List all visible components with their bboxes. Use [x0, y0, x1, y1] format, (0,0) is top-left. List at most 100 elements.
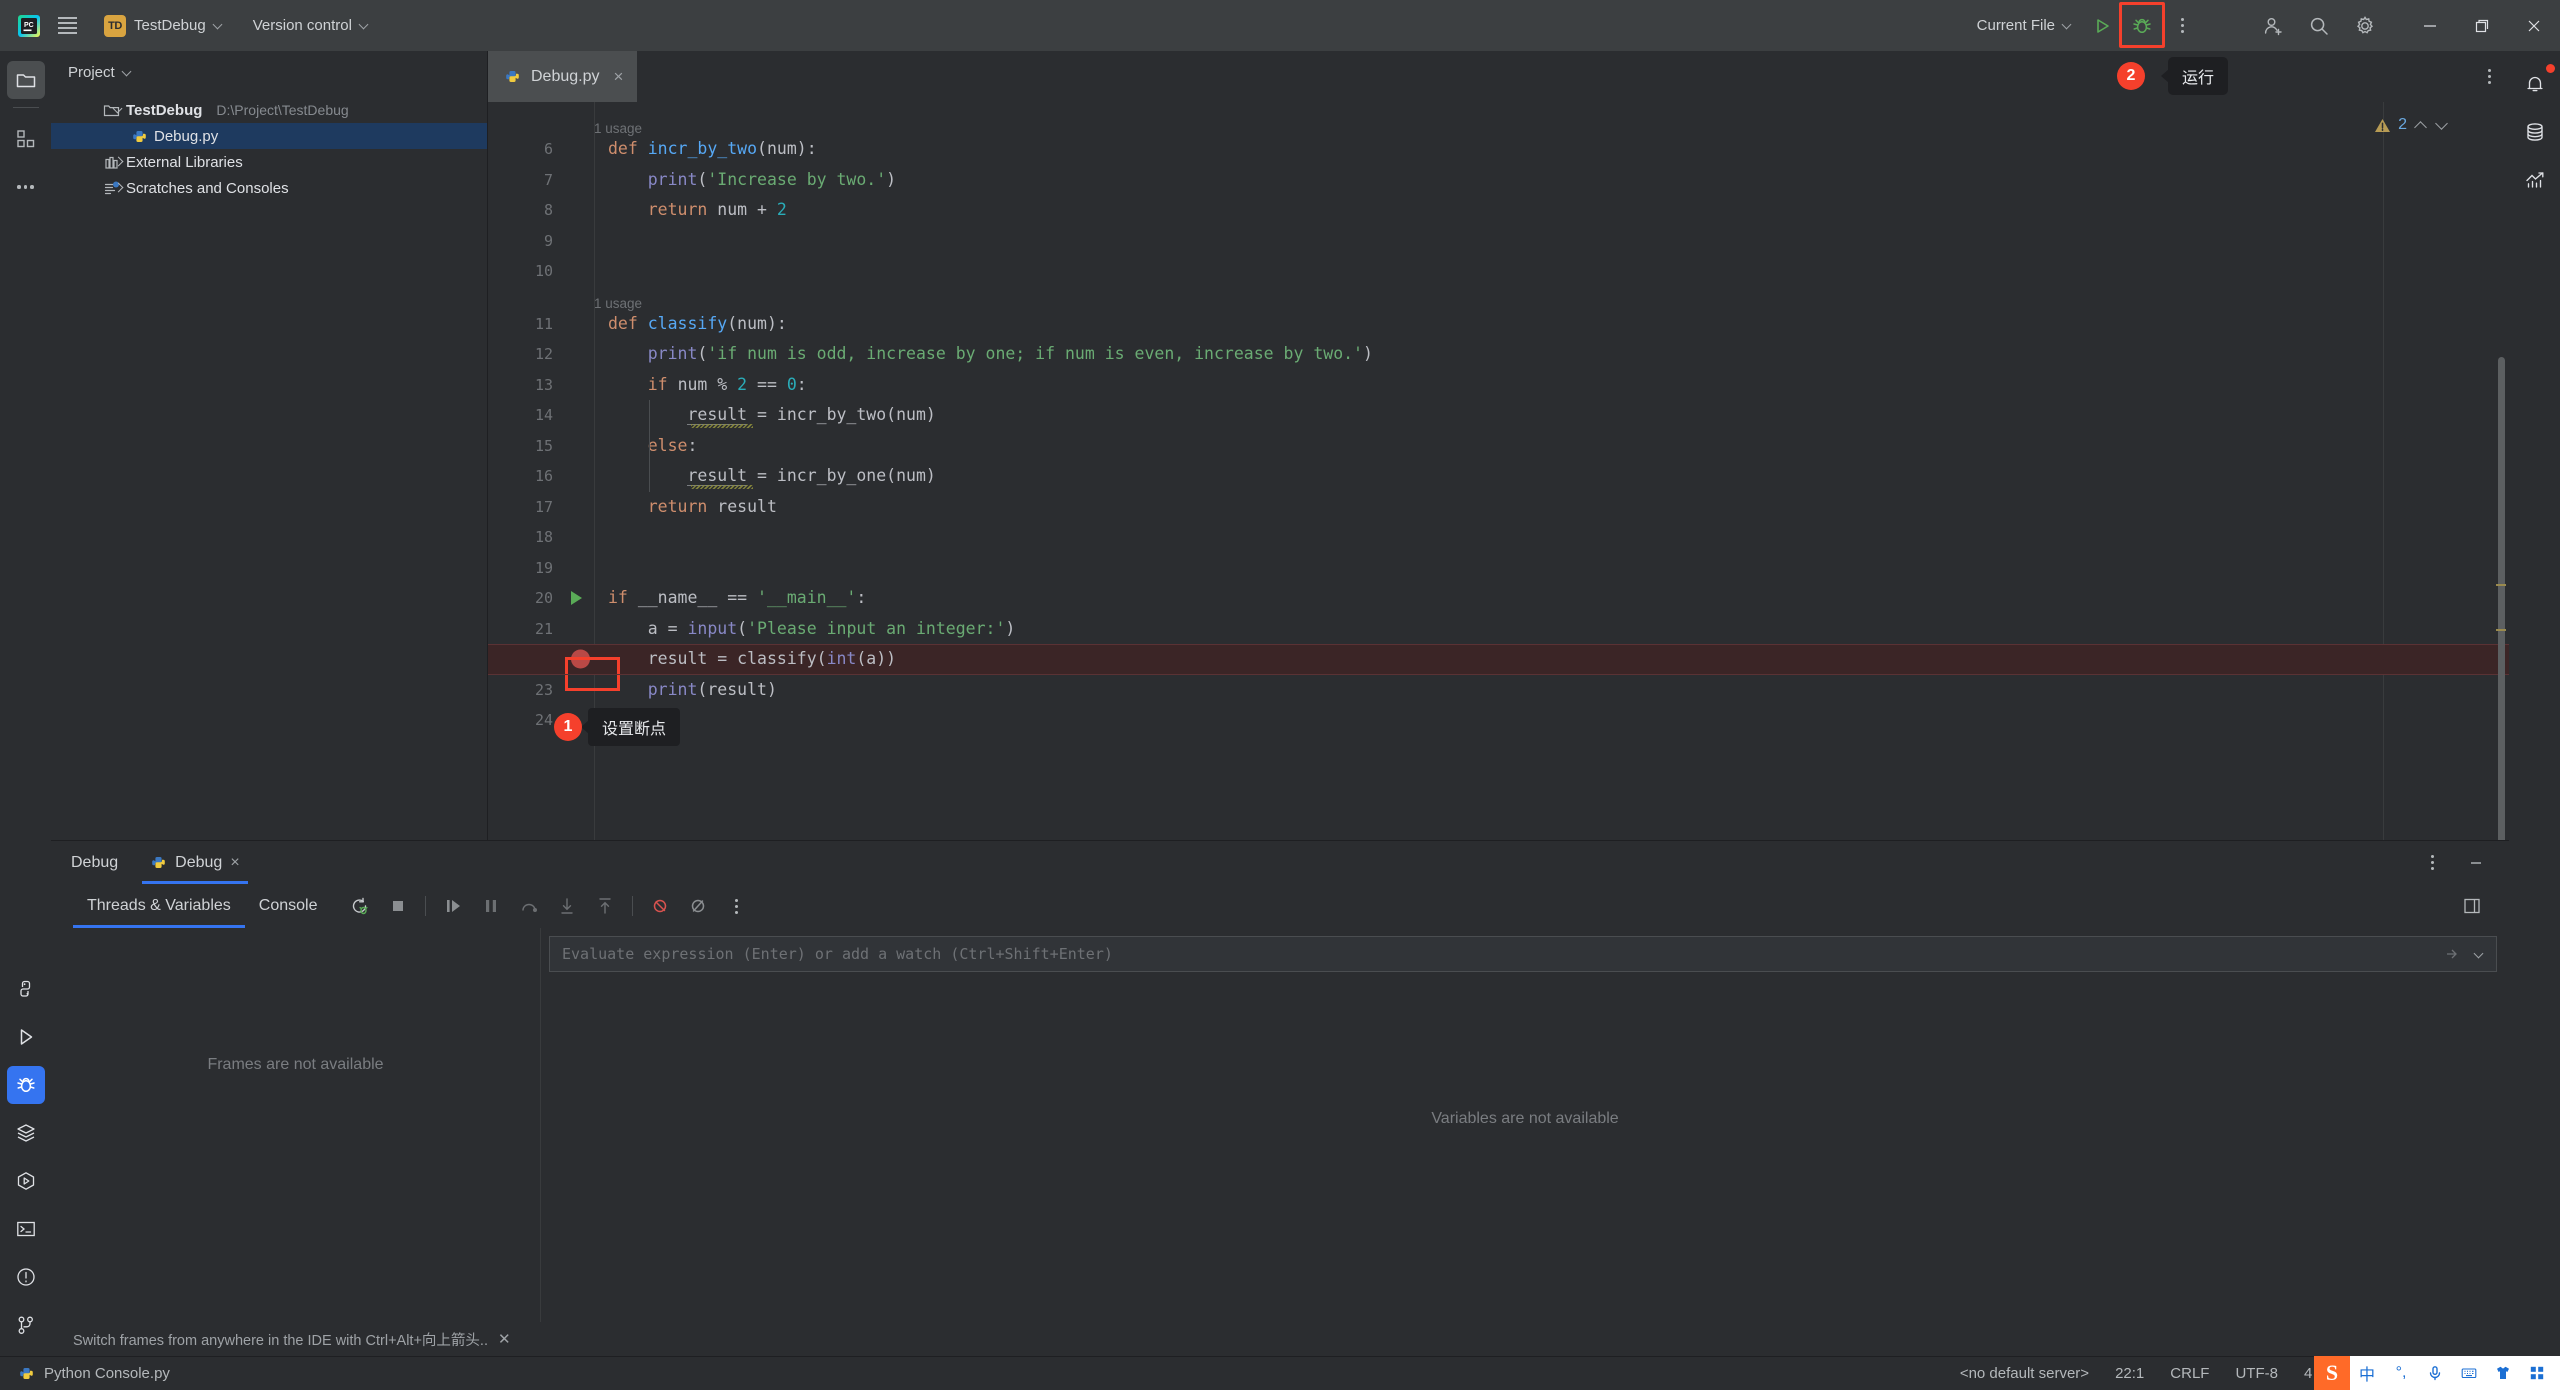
evaluate-expression-input[interactable]: Evaluate expression (Enter) or add a wat…: [549, 936, 2497, 972]
pycharm-logo-icon[interactable]: PC: [10, 7, 48, 45]
code-line-11[interactable]: 11 def classify(num):: [488, 309, 2509, 340]
tree-item-debug-py[interactable]: Debug.py: [51, 123, 487, 149]
sidebar-item-project[interactable]: [6, 61, 45, 99]
maximize-restore-button[interactable]: [2456, 0, 2508, 51]
main-menu-icon[interactable]: [48, 7, 86, 45]
code-line-9[interactable]: 9: [488, 226, 2509, 257]
status-caret-position[interactable]: 22:1: [2115, 1365, 2144, 1382]
sidebar-item-run[interactable]: [7, 1018, 45, 1056]
sidebar-item-debug[interactable]: [6, 1066, 45, 1104]
code-line-12[interactable]: 12 print('if num is odd, increase by one…: [488, 339, 2509, 370]
more-options-icon[interactable]: [720, 890, 752, 922]
tree-item-testdebug[interactable]: TestDebug D:\Project\TestDebug: [51, 97, 487, 123]
step-over-icon[interactable]: [513, 890, 545, 922]
minimize-button[interactable]: [2404, 0, 2456, 51]
status-line-separator[interactable]: CRLF: [2170, 1365, 2209, 1382]
sidebar-item-python-packages[interactable]: [7, 970, 45, 1008]
editor-tabs-options-icon[interactable]: [2469, 51, 2509, 102]
watch-add-icon[interactable]: [2445, 946, 2461, 962]
code-line-22[interactable]: result = classify(int(a)): [488, 644, 2509, 692]
gear-icon[interactable]: [2344, 5, 2386, 47]
code-line-21[interactable]: 21 a = input('Please input an integer:'): [488, 614, 2509, 645]
status-encoding[interactable]: UTF-8: [2235, 1365, 2278, 1382]
tree-item-scratches-and-consoles[interactable]: Scratches and Consoles: [51, 175, 487, 201]
code-line-15[interactable]: 15 else:: [488, 430, 2509, 461]
editor-tab-debug-py[interactable]: Debug.py ×: [488, 51, 638, 102]
debug-button[interactable]: [2119, 1, 2165, 48]
sidebar-item-services[interactable]: [7, 1114, 45, 1152]
version-control-selector[interactable]: Version control: [243, 12, 379, 39]
sidebar-item-run-anything[interactable]: [7, 1162, 45, 1200]
close-button[interactable]: [2508, 0, 2560, 51]
code-line-6[interactable]: 6 def incr_by_two(num):: [488, 134, 2509, 165]
view-breakpoints-icon[interactable]: [644, 890, 676, 922]
minimize-panel-icon[interactable]: [2460, 847, 2492, 879]
mic-icon[interactable]: [2418, 1356, 2452, 1390]
inspection-status[interactable]: 2: [2374, 116, 2449, 134]
step-out-icon[interactable]: [589, 890, 621, 922]
code-line-23[interactable]: 23 print(result): [488, 675, 2509, 706]
project-selector[interactable]: TD TestDebug: [94, 10, 233, 42]
chevron-right-icon[interactable]: [113, 182, 125, 194]
apps-icon[interactable]: [2520, 1356, 2554, 1390]
debug-session-tab[interactable]: Debug ×: [138, 841, 252, 884]
skin-icon[interactable]: [2486, 1356, 2520, 1390]
chevron-right-icon[interactable]: [113, 156, 125, 168]
more-run-options-icon[interactable]: [2164, 8, 2200, 44]
ime-punctuation-toggle[interactable]: °,: [2384, 1356, 2418, 1390]
profiler-icon[interactable]: [2516, 161, 2554, 199]
debug-panel-options-icon[interactable]: [2416, 847, 2448, 879]
step-into-icon[interactable]: [551, 890, 583, 922]
code-line-20[interactable]: 20 if __name__ == '__main__':: [488, 583, 2509, 614]
close-icon[interactable]: ×: [614, 67, 624, 87]
status-left-item[interactable]: Python Console.py: [0, 1365, 170, 1382]
run-button[interactable]: [2084, 8, 2120, 44]
project-panel-title[interactable]: Project: [68, 64, 115, 81]
code-line-17[interactable]: 17 return result: [488, 492, 2509, 523]
resume-icon[interactable]: [437, 890, 469, 922]
search-icon[interactable]: [2298, 5, 2340, 47]
code-line-8[interactable]: 8 return num + 2: [488, 195, 2509, 226]
chevron-down-icon[interactable]: [123, 68, 132, 77]
sogou-logo-icon[interactable]: S: [2314, 1356, 2350, 1390]
run-gutter-icon[interactable]: [571, 591, 582, 606]
status-server[interactable]: <no default server>: [1960, 1365, 2089, 1382]
editor-marker-warning[interactable]: [2496, 629, 2506, 631]
code-line-24[interactable]: 24: [488, 705, 2509, 736]
tab-threads-and-variables[interactable]: Threads & Variables: [73, 884, 245, 928]
notifications-icon[interactable]: [2516, 64, 2555, 103]
database-icon[interactable]: [2516, 113, 2554, 151]
close-icon[interactable]: ×: [230, 854, 239, 872]
editor-scrollbar-thumb[interactable]: [2498, 357, 2505, 877]
editor-marker-warning[interactable]: [2496, 584, 2506, 586]
pause-icon[interactable]: [475, 890, 507, 922]
tree-item-external-libraries[interactable]: External Libraries: [51, 149, 487, 175]
code-line-19[interactable]: 19: [488, 553, 2509, 584]
rerun-debug-icon[interactable]: [344, 890, 376, 922]
mute-breakpoints-icon[interactable]: [682, 890, 714, 922]
sidebar-item-structure[interactable]: [7, 120, 45, 158]
sidebar-item-version-control[interactable]: [7, 1306, 45, 1344]
frames-pane[interactable]: Frames are not available: [51, 928, 541, 1356]
sidebar-item-terminal[interactable]: [7, 1210, 45, 1248]
run-configuration-selector[interactable]: Current File: [1967, 11, 2082, 40]
sidebar-item-problems[interactable]: [7, 1258, 45, 1296]
add-user-icon[interactable]: [2252, 5, 2294, 47]
next-problem-icon[interactable]: [2435, 118, 2449, 132]
close-icon[interactable]: ✕: [498, 1330, 511, 1348]
code-line-16[interactable]: 16 result = incr_by_one(num): [488, 461, 2509, 492]
ime-language-toggle[interactable]: 中: [2350, 1356, 2384, 1390]
code-line-13[interactable]: 13 if num % 2 == 0:: [488, 370, 2509, 401]
layout-settings-icon[interactable]: [2456, 890, 2488, 922]
previous-problem-icon[interactable]: [2414, 118, 2428, 132]
tab-console[interactable]: Console: [245, 884, 332, 928]
keyboard-icon[interactable]: [2452, 1356, 2486, 1390]
code-line-18[interactable]: 18: [488, 522, 2509, 553]
code-line-14[interactable]: 14 result = incr_by_two(num): [488, 400, 2509, 431]
code-line-10[interactable]: 10: [488, 256, 2509, 287]
chevron-down-icon[interactable]: [2475, 950, 2484, 959]
code-line-7[interactable]: 7 print('Increase by two.'): [488, 165, 2509, 196]
stop-icon[interactable]: [382, 890, 414, 922]
sidebar-item-more-tools[interactable]: [7, 168, 45, 206]
chevron-down-icon[interactable]: [113, 104, 125, 116]
